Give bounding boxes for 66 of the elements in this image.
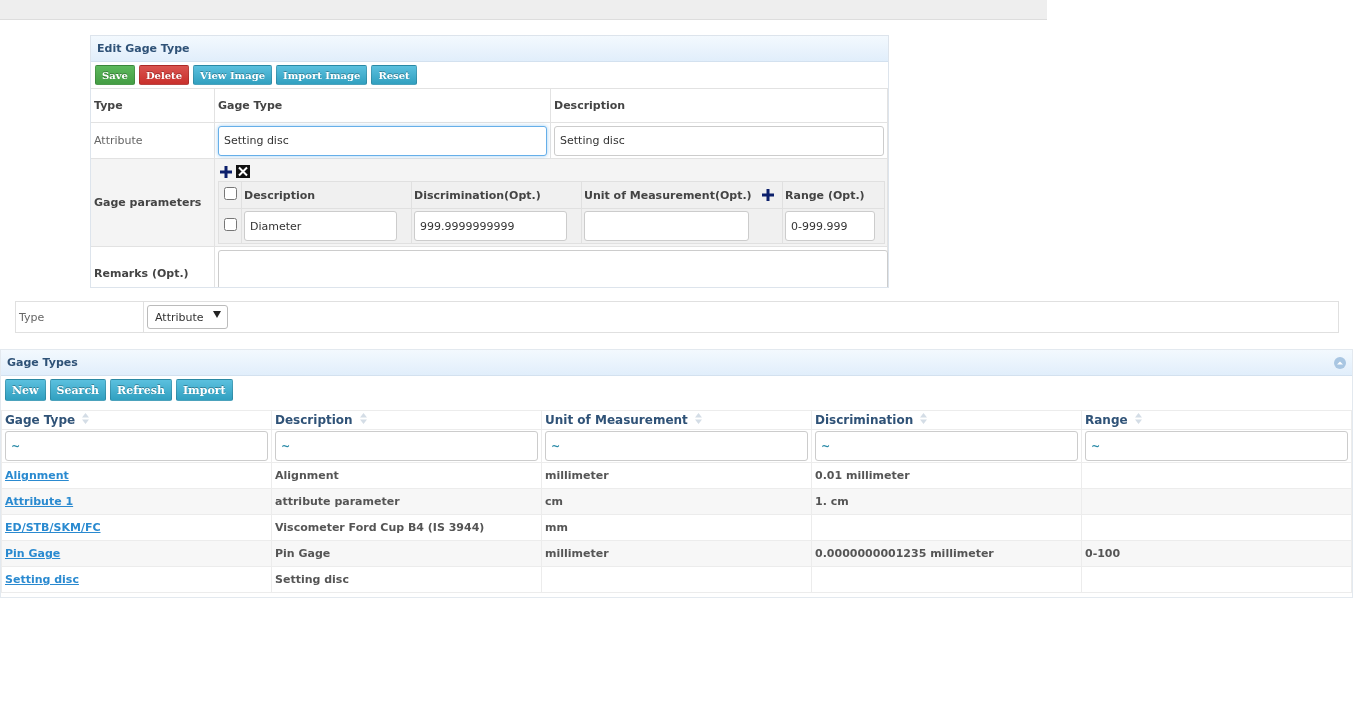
column-header: Unit of Measurement(Opt.): [584, 188, 752, 202]
table-cell: Pin Gage: [275, 547, 331, 560]
sort-icon[interactable]: [359, 413, 367, 424]
panel-title: Edit Gage Type: [97, 42, 190, 55]
gage-type-link[interactable]: Pin Gage: [5, 547, 61, 560]
table-cell: 0.0000000001235 millimeter: [815, 547, 994, 560]
table-cell: Viscometer Ford Cup B4 (IS 3944): [275, 521, 485, 534]
toolbar-button[interactable]: Save: [95, 65, 135, 85]
toolbar-button[interactable]: New: [5, 379, 46, 401]
filter-field[interactable]: ~: [1085, 431, 1348, 461]
sort-icon[interactable]: [920, 413, 928, 424]
delete-icon[interactable]: [236, 165, 250, 178]
column-header: Discrimination(Opt.): [414, 188, 541, 202]
gage-type-link[interactable]: Alignment: [5, 469, 69, 482]
column-label: Description: [554, 99, 626, 112]
table-cell: Setting disc: [275, 573, 349, 586]
type-dropdown[interactable]: Attribute: [147, 305, 228, 329]
column-header[interactable]: Range: [1085, 413, 1128, 427]
filter-field[interactable]: ~: [545, 431, 808, 461]
table-cell: millimeter: [545, 469, 609, 482]
gage-type-link[interactable]: Attribute 1: [5, 495, 74, 508]
column-header: Range (Opt.): [785, 188, 865, 202]
row-label: Gage parameters: [94, 196, 202, 209]
column-header[interactable]: Gage Type: [5, 413, 76, 427]
description-field[interactable]: Setting disc: [554, 125, 884, 156]
description-field[interactable]: Diameter: [244, 211, 397, 241]
toolbar-button[interactable]: Import: [175, 379, 233, 401]
row-label: Remarks (Opt.): [94, 267, 189, 280]
type-value: Attribute: [94, 134, 143, 147]
sort-icon[interactable]: [82, 413, 90, 424]
table-cell: mm: [545, 521, 568, 534]
toolbar-button[interactable]: Refresh: [110, 379, 172, 401]
caret-icon: [212, 310, 221, 318]
table-cell: cm: [545, 495, 563, 508]
gage-type-field[interactable]: Setting disc: [218, 125, 547, 156]
table-cell: 0.01 millimeter: [815, 469, 910, 482]
column-label: Type: [94, 99, 123, 112]
filter-field[interactable]: ~: [815, 431, 1078, 461]
table-cell: millimeter: [545, 547, 609, 560]
discrimination-field[interactable]: 999.9999999999: [414, 211, 567, 241]
toolbar-button[interactable]: View Image: [193, 65, 272, 85]
table-cell: Alignment: [275, 469, 339, 482]
gage-type-link[interactable]: Setting disc: [5, 573, 79, 586]
column-label: Gage Type: [218, 99, 283, 112]
toolbar-button[interactable]: Reset: [371, 65, 417, 85]
unit-field[interactable]: [584, 211, 749, 241]
filter-field[interactable]: ~: [275, 431, 538, 461]
add-icon[interactable]: [762, 189, 774, 201]
panel-title: Gage Types: [7, 356, 78, 369]
toolbar-button[interactable]: Delete: [138, 65, 190, 85]
table-cell: attribute parameter: [275, 495, 400, 508]
row-checkbox[interactable]: [223, 218, 237, 231]
filter-field[interactable]: ~: [5, 431, 268, 461]
range-field[interactable]: 0-999.999: [785, 211, 875, 241]
column-header: Description: [244, 188, 316, 202]
select-all-checkbox[interactable]: [223, 187, 237, 200]
gage-type-link[interactable]: ED/STB/SKM/FC: [5, 521, 101, 534]
toolbar-button[interactable]: Search: [49, 379, 107, 401]
sort-icon[interactable]: [695, 413, 702, 424]
filter-label: Type: [19, 310, 45, 324]
table-cell: 0-100: [1085, 547, 1121, 560]
toolbar-button[interactable]: Import Image: [276, 65, 368, 85]
collapse-icon[interactable]: [1334, 356, 1346, 369]
add-icon[interactable]: [220, 165, 232, 178]
sort-icon[interactable]: [1134, 413, 1142, 424]
table-cell: 1. cm: [815, 495, 849, 508]
